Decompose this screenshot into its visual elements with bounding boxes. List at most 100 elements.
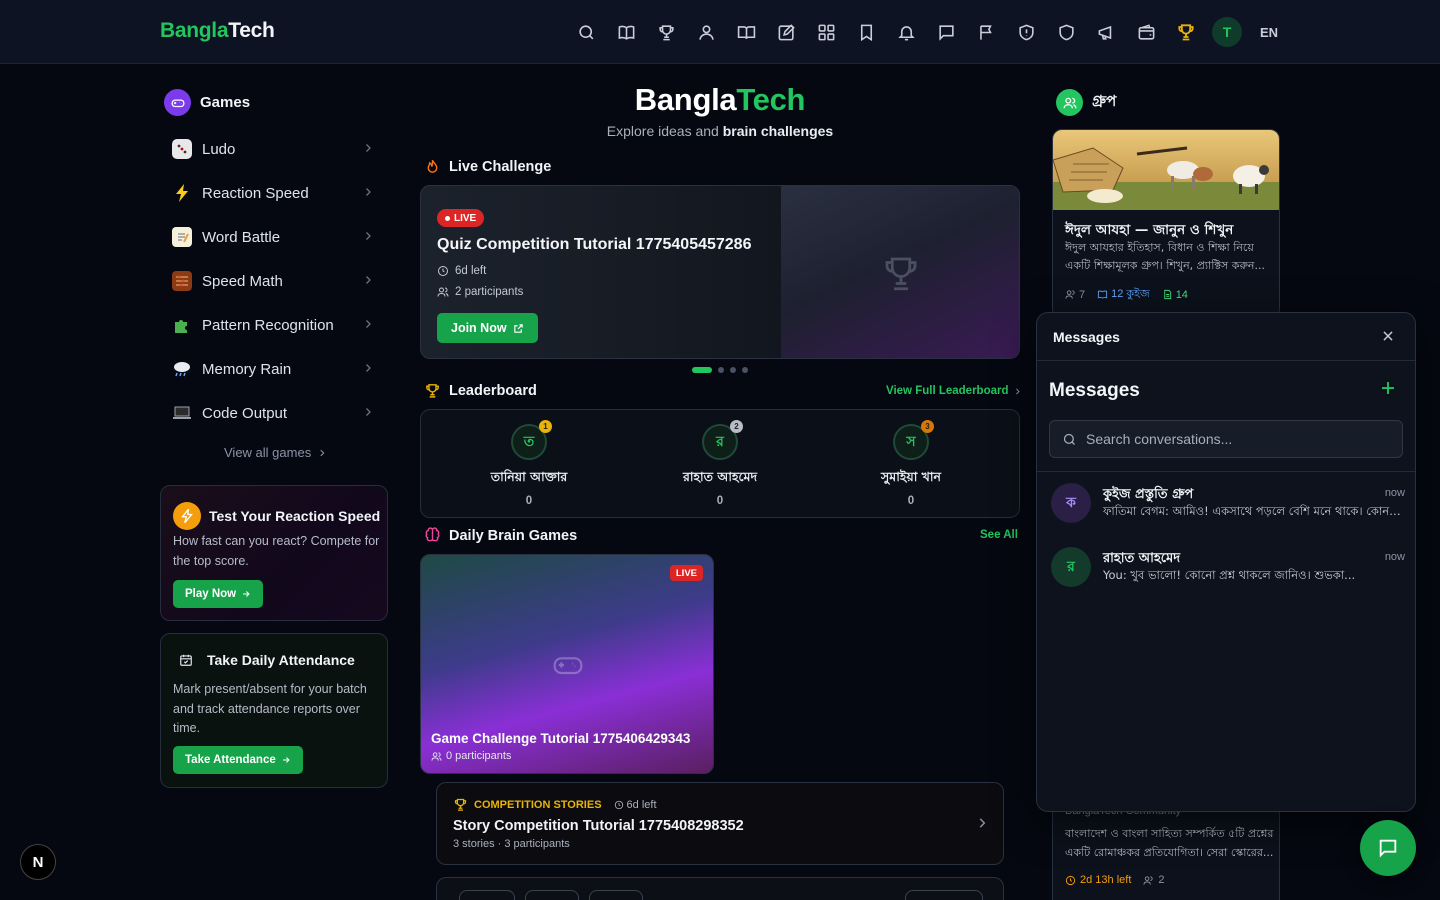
carousel-dot[interactable] (718, 367, 724, 373)
brand-part-2: Tech (228, 19, 275, 42)
participants-row: 2 participants (437, 286, 523, 298)
leaderboard-entry[interactable]: স 3 সুমাইয়া খান 0 (831, 420, 991, 507)
users-icon (1065, 290, 1075, 299)
megaphone-icon[interactable] (1086, 12, 1126, 52)
gold-trophy-icon[interactable] (1166, 12, 1206, 52)
groups-title: গ্রুপ (1092, 92, 1117, 110)
groups-heading: গ্রুপ (1056, 89, 1116, 116)
leaderboard-entry[interactable]: ত 1 তানিয়া আক্তার 0 (449, 420, 609, 507)
flag-icon[interactable] (966, 12, 1006, 52)
messages-heading: Messages (1049, 380, 1140, 401)
shield-icon[interactable] (1046, 12, 1086, 52)
brain-game-title: Game Challenge Tutorial 1775406429343 (431, 731, 691, 746)
shield-alert-icon[interactable] (1006, 12, 1046, 52)
messages-panel-title: Messages (1053, 329, 1120, 345)
chat-icon (1379, 839, 1397, 858)
view-all-games-link[interactable]: View all games (224, 445, 327, 460)
leaderboard-name: সুমাইয়া খান (881, 469, 941, 484)
leaderboard-card: ত 1 তানিয়া আক্তার 0 র 2 রাহাত আহমেদ 0 স… (420, 409, 1020, 518)
carousel-dot[interactable] (692, 367, 712, 373)
wallet-icon[interactable] (1126, 12, 1166, 52)
group-card[interactable]: ঈদুল আযহা — জানুন ও শিখুন ঈদুল আযহার ইতি… (1052, 129, 1280, 319)
time-left-text: 6d left (455, 265, 487, 277)
chevron-right-icon (979, 818, 986, 828)
chevron-right-icon (366, 408, 371, 416)
filter-chip[interactable] (525, 890, 579, 900)
edit-icon[interactable] (766, 12, 806, 52)
conversation-item[interactable]: র রাহাত আহমেদ now You: খুব ভালো! কোনো প্… (1049, 547, 1405, 599)
chat-fab-button[interactable] (1360, 820, 1416, 876)
open-book-icon[interactable] (726, 12, 766, 52)
conversation-search-input[interactable] (1086, 431, 1386, 447)
daily-brain-games-title: Daily Brain Games (449, 527, 578, 544)
community-time-left: 2d 13h left (1065, 874, 1131, 886)
leaderboard-score: 0 (907, 495, 915, 507)
bell-icon[interactable] (886, 12, 926, 52)
see-all-link[interactable]: See All (980, 529, 1018, 541)
leaderboard-heading: Leaderboard (424, 382, 537, 399)
leaderboard-name: রাহাত আহমেদ (682, 469, 758, 484)
community-participants-count: 2 (1158, 874, 1165, 886)
hero-title-part-1: Bangla (634, 82, 737, 117)
live-challenge-card[interactable]: LIVE Quiz Competition Tutorial 177540545… (420, 185, 1020, 359)
conversation-preview: ফাতিমা বেগম: আমিও! একসাথে পড়লে বেশি মনে… (1103, 504, 1403, 518)
next-dev-badge[interactable]: N (20, 844, 56, 880)
play-now-button[interactable]: Play Now (173, 580, 264, 608)
carousel-dot[interactable] (730, 367, 736, 373)
game-item-code-output[interactable]: Code Output (160, 391, 388, 435)
avatar: ক (1051, 483, 1091, 523)
apps-grid-icon[interactable] (806, 12, 846, 52)
avatar-initial: ত (523, 433, 535, 449)
trophy-icon[interactable] (646, 12, 686, 52)
view-full-leaderboard-label: View Full Leaderboard (886, 385, 1009, 397)
daily-brain-games-heading: Daily Brain Games (424, 527, 577, 544)
silver-medal-icon: 2 (730, 420, 743, 433)
story-time-left: 6d left (614, 799, 657, 811)
game-item-pattern-recognition[interactable]: Pattern Recognition (160, 303, 388, 347)
messages-panel: Messages Messages ক কুইজ প্রস্তুতি গ্রুপ… (1036, 312, 1416, 812)
language-switcher[interactable]: EN (1260, 25, 1278, 40)
chevron-right-icon (366, 320, 371, 328)
leaderboard-title: Leaderboard (449, 382, 537, 399)
hero-title: BanglaTech (0, 82, 1440, 118)
bookmark-icon[interactable] (846, 12, 886, 52)
game-item-reaction-speed[interactable]: Reaction Speed (160, 171, 388, 215)
game-item-word-battle[interactable]: Word Battle (160, 215, 388, 259)
conversation-item[interactable]: ক কুইজ প্রস্তুতি গ্রুপ now ফাতিমা বেগম: … (1049, 483, 1405, 535)
arrow-right-icon (243, 591, 250, 597)
chevron-right-icon (366, 364, 371, 372)
chevron-right-icon (1015, 388, 1020, 394)
close-icon[interactable] (1381, 329, 1395, 343)
brand-logo[interactable]: BanglaTech (160, 19, 275, 43)
view-all-label: View all games (224, 445, 312, 460)
brain-game-participants: 0 participants (431, 750, 511, 762)
attendance-card: Take Daily Attendance Mark present/absen… (160, 633, 388, 788)
filter-chip[interactable] (589, 890, 643, 900)
leaderboard-entry[interactable]: র 2 রাহাত আহমেদ 0 (640, 420, 800, 507)
take-attendance-button[interactable]: Take Attendance (173, 746, 303, 774)
chat-icon[interactable] (926, 12, 966, 52)
user-avatar[interactable]: T (1212, 17, 1242, 47)
new-conversation-plus-icon[interactable] (1379, 379, 1397, 397)
view-full-leaderboard-link[interactable]: View Full Leaderboard (886, 385, 1022, 397)
carousel-dot[interactable] (742, 367, 748, 373)
participants-text: 2 participants (455, 286, 524, 298)
join-now-button[interactable]: Join Now (437, 313, 538, 343)
group-members: 7 (1065, 285, 1085, 304)
hero-subtitle-plain: Explore ideas and (606, 123, 723, 139)
attendance-card-desc: Mark present/absent for your batch and t… (173, 682, 367, 735)
chevron-right-icon (366, 232, 371, 240)
brain-game-card[interactable]: LIVE Game Challenge Tutorial 17754064293… (420, 554, 714, 774)
game-item-memory-rain[interactable]: Memory Rain (160, 347, 388, 391)
live-badge: LIVE (669, 565, 703, 581)
avatar-initial: স (906, 433, 916, 449)
filter-chip[interactable] (459, 890, 515, 900)
search-icon[interactable] (566, 12, 606, 52)
story-competition-card[interactable]: COMPETITION STORIES 6d left Story Compet… (436, 782, 1004, 865)
book-icon[interactable] (606, 12, 646, 52)
filter-chip[interactable] (905, 890, 983, 900)
game-item-speed-math[interactable]: Speed Math (160, 259, 388, 303)
users-icon[interactable] (686, 12, 726, 52)
live-badge-text: LIVE (454, 212, 477, 224)
story-tag: COMPETITION STORIES 6d left (453, 797, 657, 812)
